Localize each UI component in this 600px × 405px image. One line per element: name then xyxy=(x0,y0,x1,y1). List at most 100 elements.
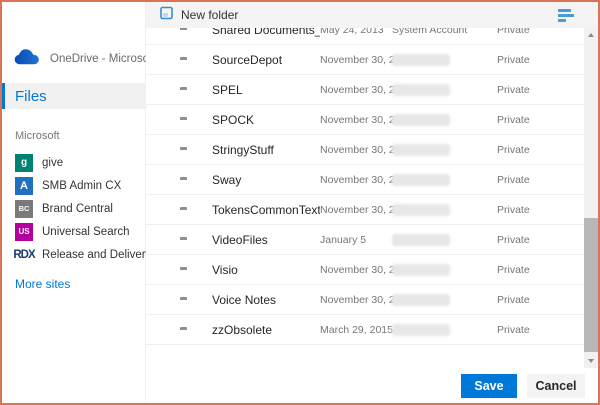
redacted-modified-by xyxy=(392,264,450,276)
site-label: SMB Admin CX xyxy=(42,180,121,192)
date-modified: November 30, 201 xyxy=(320,54,392,66)
folder-row[interactable]: SPEL November 30, 201 Private xyxy=(146,75,586,105)
sharing-status: Private xyxy=(497,144,586,156)
modified-by xyxy=(392,204,497,216)
redacted-modified-by xyxy=(392,324,450,336)
redacted-modified-by xyxy=(392,294,450,306)
scrollbar[interactable] xyxy=(584,28,598,368)
date-modified: November 30, 201 xyxy=(320,204,392,216)
new-folder-label: New folder xyxy=(181,8,238,22)
folder-name: zzObsolete xyxy=(212,323,320,337)
redacted-modified-by xyxy=(392,174,450,186)
sharing-status: Private xyxy=(497,54,586,66)
site-label: give xyxy=(42,157,63,169)
sharing-status: Private xyxy=(497,114,586,126)
modified-by xyxy=(392,114,497,126)
folder-row[interactable]: TokensCommonText November 30, 201 Privat… xyxy=(146,195,586,225)
date-modified: May 24, 2013 xyxy=(320,28,392,36)
site-label: Brand Central xyxy=(42,203,113,215)
modified-by xyxy=(392,54,497,66)
folder-name: Visio xyxy=(212,263,320,277)
folder-name: Voice Notes xyxy=(212,293,320,307)
scroll-down-arrow-icon[interactable] xyxy=(584,354,598,368)
folder-row[interactable]: SPOCK November 30, 201 Private xyxy=(146,105,586,135)
folder-row[interactable]: Visio November 30, 201 Private xyxy=(146,255,586,285)
folder-name: Sway xyxy=(212,173,320,187)
dialog-footer: Save Cancel xyxy=(146,368,598,403)
modified-by xyxy=(392,324,497,336)
date-modified: November 30, 201 xyxy=(320,84,392,96)
scrollbar-thumb[interactable] xyxy=(584,218,598,352)
date-modified: November 30, 201 xyxy=(320,174,392,186)
new-folder-button[interactable]: New folder xyxy=(160,6,238,25)
site-tile-icon: US xyxy=(15,223,33,241)
redacted-modified-by xyxy=(392,54,450,66)
sharing-status: Private xyxy=(497,28,586,36)
cancel-button[interactable]: Cancel xyxy=(527,374,585,398)
drive-label: OneDrive - Microsoft xyxy=(50,53,155,65)
date-modified: January 5 xyxy=(320,234,392,246)
save-button[interactable]: Save xyxy=(461,374,517,398)
folder-row[interactable]: SourceDepot November 30, 201 Private xyxy=(146,45,586,75)
site-tile-icon: BC xyxy=(15,200,33,218)
site-tile-icon: RDX xyxy=(15,246,33,264)
redacted-modified-by xyxy=(392,204,450,216)
folder-name: VideoFiles xyxy=(212,233,320,247)
files-label: Files xyxy=(15,88,47,105)
modified-by xyxy=(392,84,497,96)
site-label: Universal Search xyxy=(42,226,130,238)
modified-by xyxy=(392,234,497,246)
onedrive-header: OneDrive - Microsoft xyxy=(14,48,145,70)
date-modified: November 30, 201 xyxy=(320,294,392,306)
date-modified: March 29, 2015 xyxy=(320,324,392,336)
main-panel: New folder Shared Documents_Old May 24, … xyxy=(146,2,598,403)
sidebar-site-item[interactable]: A SMB Admin CX xyxy=(2,174,145,197)
redacted-modified-by xyxy=(392,234,450,246)
sharing-status: Private xyxy=(497,204,586,216)
site-list: g give A SMB Admin CX BC Brand Central U… xyxy=(2,151,145,266)
site-tile-icon: g xyxy=(15,154,33,172)
folder-name: SPEL xyxy=(212,83,320,97)
site-tile-icon: A xyxy=(15,177,33,195)
folder-row[interactable]: VideoFiles January 5 Private xyxy=(146,225,586,255)
view-options-icon[interactable] xyxy=(556,7,576,24)
date-modified: November 30, 201 xyxy=(320,114,392,126)
sidebar: OneDrive - Microsoft Files Microsoft g g… xyxy=(2,2,146,403)
folder-row[interactable]: Voice Notes November 30, 201 Private xyxy=(146,285,586,315)
onedrive-cloud-icon xyxy=(14,48,41,70)
folder-name: SourceDepot xyxy=(212,53,320,67)
folder-picker-dialog: OneDrive - Microsoft Files Microsoft g g… xyxy=(0,0,600,405)
site-label: Release and Delivery xyxy=(42,249,151,261)
sidebar-site-item[interactable]: g give xyxy=(2,151,145,174)
modified-by xyxy=(392,174,497,186)
modified-by: System Account xyxy=(392,28,497,36)
sidebar-site-item[interactable]: RDX Release and Delivery xyxy=(2,243,145,266)
date-modified: November 30, 201 xyxy=(320,144,392,156)
folder-name: SPOCK xyxy=(212,113,320,127)
modified-by xyxy=(392,264,497,276)
folder-row[interactable]: StringyStuff November 30, 201 Private xyxy=(146,135,586,165)
folder-row[interactable]: zzObsolete March 29, 2015 Private xyxy=(146,315,586,345)
sharing-status: Private xyxy=(497,174,586,186)
new-folder-icon xyxy=(160,6,173,25)
command-bar: New folder xyxy=(146,2,598,28)
sidebar-section-label: Microsoft xyxy=(15,130,145,142)
sidebar-site-item[interactable]: BC Brand Central xyxy=(2,197,145,220)
scroll-up-arrow-icon[interactable] xyxy=(584,28,598,42)
modified-by xyxy=(392,294,497,306)
sidebar-site-item[interactable]: US Universal Search xyxy=(2,220,145,243)
folder-row[interactable]: Sway November 30, 201 Private xyxy=(146,165,586,195)
redacted-modified-by xyxy=(392,144,450,156)
folder-name: StringyStuff xyxy=(212,143,320,157)
more-sites-link[interactable]: More sites xyxy=(15,277,70,291)
modified-by-text: System Account xyxy=(392,28,467,36)
sharing-status: Private xyxy=(497,294,586,306)
sharing-status: Private xyxy=(497,234,586,246)
modified-by xyxy=(392,144,497,156)
sharing-status: Private xyxy=(497,264,586,276)
sidebar-item-files[interactable]: Files xyxy=(2,83,145,109)
date-modified: November 30, 201 xyxy=(320,264,392,276)
sharing-status: Private xyxy=(497,84,586,96)
redacted-modified-by xyxy=(392,84,450,96)
folder-row[interactable]: Shared Documents_Old May 24, 2013 System… xyxy=(146,28,586,45)
